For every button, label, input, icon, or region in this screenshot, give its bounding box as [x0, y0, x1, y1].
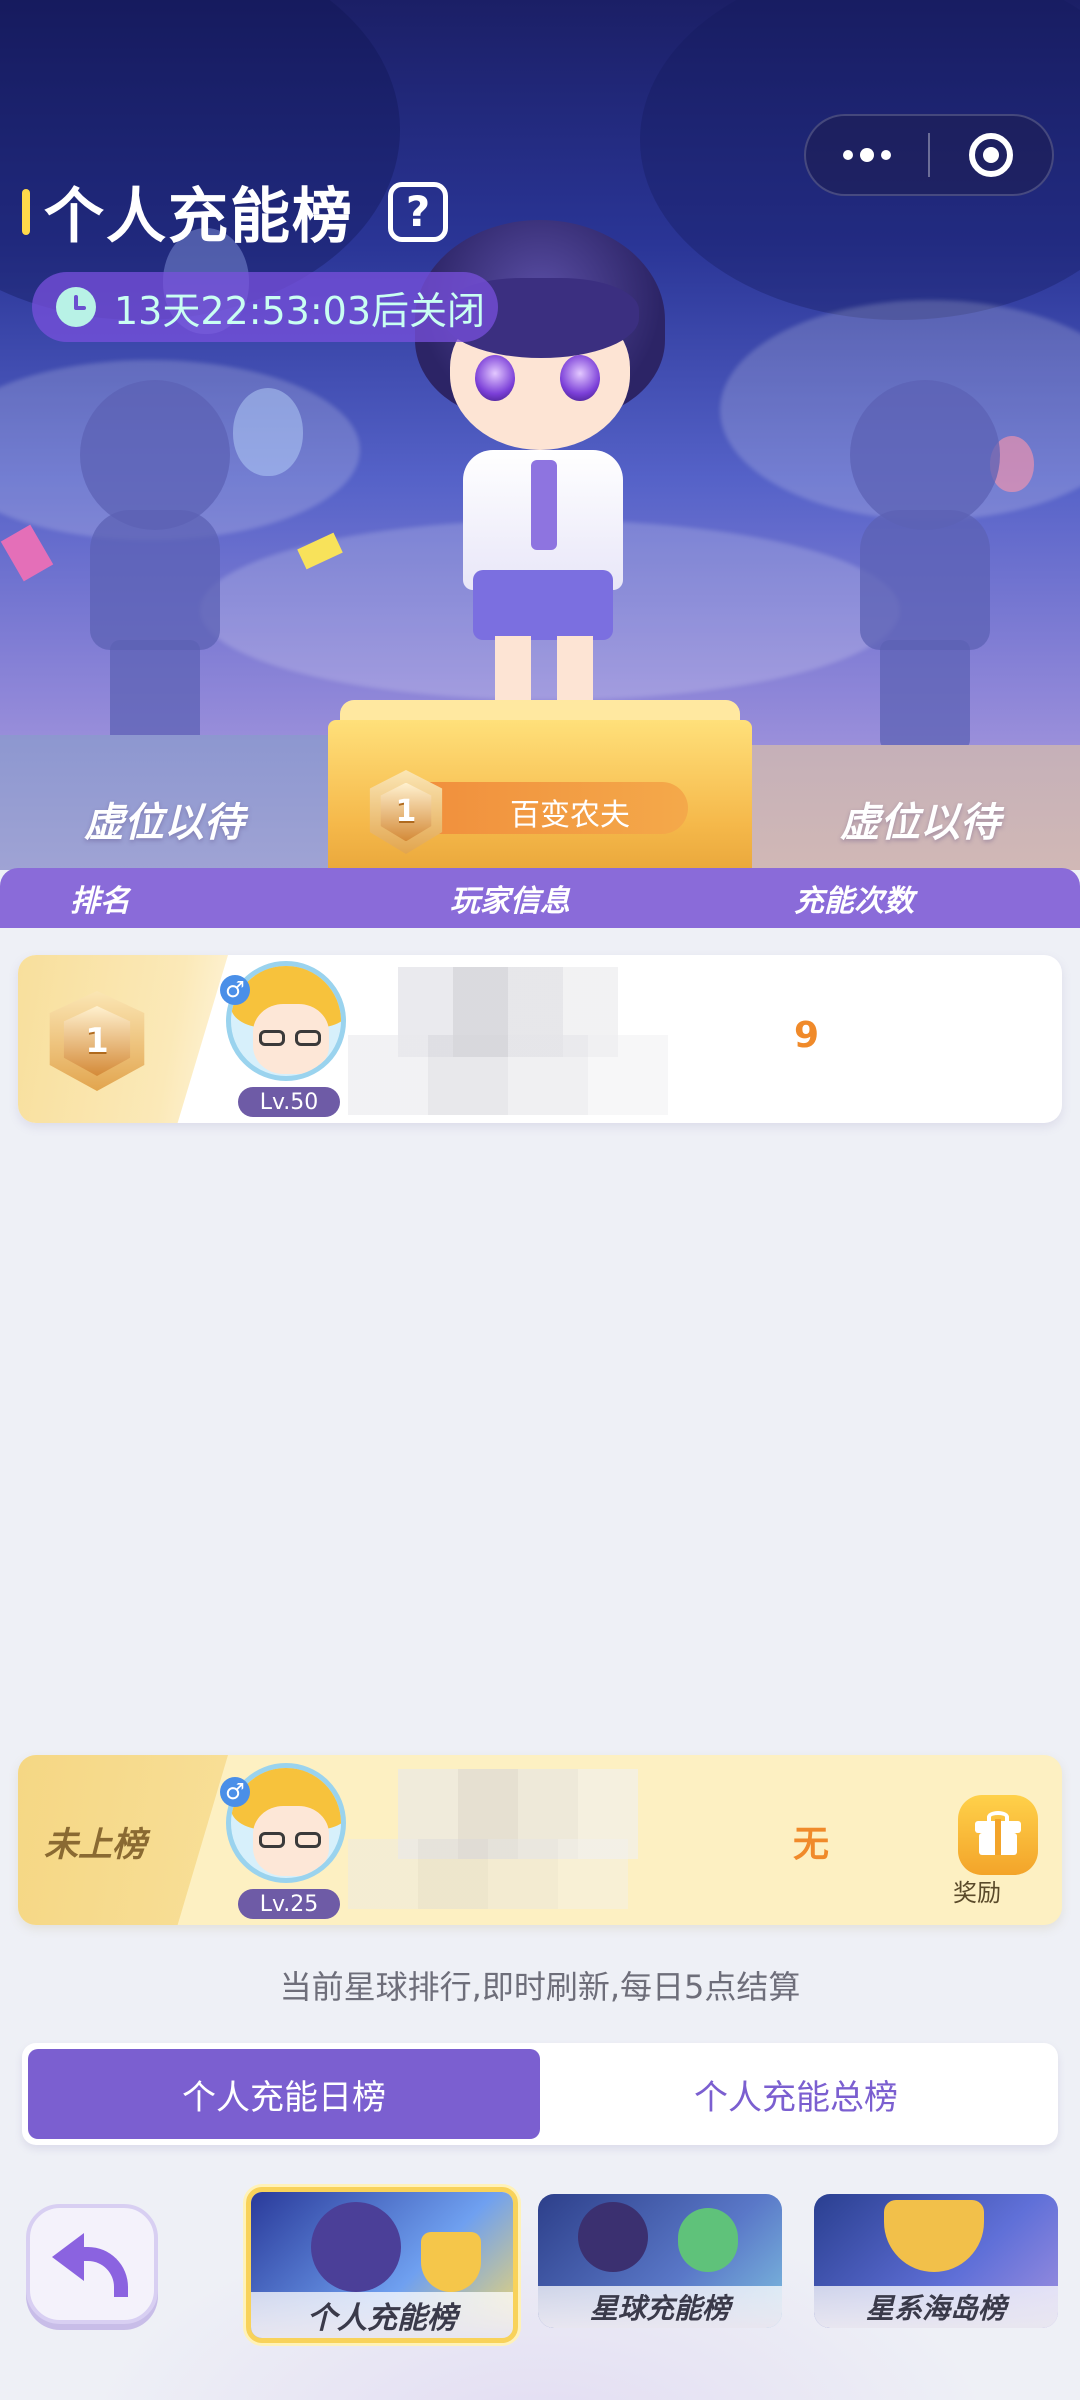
unranked-label: 未上榜: [44, 1825, 146, 1865]
tab-daily[interactable]: 个人充能日榜: [28, 2049, 540, 2139]
miniprogram-capsule: [804, 114, 1054, 196]
level-badge: Lv.25: [238, 1889, 340, 1919]
male-icon: ♂: [220, 1777, 250, 1807]
nav-label: 星系海岛榜: [865, 2292, 1006, 2325]
reward-label[interactable]: 奖励: [953, 1873, 1001, 1908]
help-icon[interactable]: ?: [388, 181, 448, 242]
countdown-badge: 13天22:53:03后关闭: [32, 272, 498, 342]
countdown-text: 13天22:53:03后关闭: [114, 288, 486, 333]
vacant-label-left: 虚位以待: [84, 800, 244, 846]
col-count-header: 充能次数: [794, 884, 914, 919]
my-charge-count: 无: [793, 1824, 830, 1865]
nav-galaxy-island-ranking[interactable]: 星系海岛榜: [814, 2194, 1058, 2328]
back-button[interactable]: [26, 2204, 158, 2324]
rank-1-medal-icon: 1: [42, 991, 152, 1091]
nav-art-creature: [678, 2208, 738, 2272]
nav-label: 星球充能榜: [589, 2292, 730, 2325]
page-header: 个人充能榜 ?: [22, 168, 448, 255]
nav-art-character: [311, 2202, 401, 2292]
refresh-note: 当前星球排行,即时刷新,每日5点结算: [279, 1968, 801, 2006]
reward-button[interactable]: [958, 1795, 1038, 1875]
my-rank-card: 未上榜 ♂ Lv.25 无: [18, 1755, 1062, 1925]
vacant-label-right: 虚位以待: [840, 800, 1000, 846]
nav-planet-ranking[interactable]: 星球充能榜: [538, 2194, 782, 2328]
nav-art-character: [578, 2202, 648, 2272]
charge-count: 9: [794, 1015, 820, 1056]
level-badge: Lv.50: [238, 1087, 340, 1117]
clock-icon: [56, 287, 96, 327]
table-header: 排名 玩家信息 充能次数: [0, 868, 1080, 928]
vacant-silhouette-right: [810, 380, 1040, 760]
nav-personal-ranking[interactable]: 个人充能榜: [246, 2187, 518, 2343]
col-player-header: 玩家信息: [450, 884, 570, 919]
ranking-tabs: 个人充能日榜 个人充能总榜: [22, 2043, 1058, 2145]
nav-label: 个人充能榜: [307, 2301, 457, 2336]
table-row[interactable]: 1 ♂ Lv.50 9: [18, 955, 1062, 1123]
rank-1-medal-icon: 1: [364, 770, 448, 854]
page-title: 个人充能榜: [44, 182, 354, 252]
male-icon: ♂: [220, 975, 250, 1005]
gift-icon: [975, 1811, 1021, 1855]
vacant-silhouette-left: [40, 380, 270, 760]
trophy-icon: [421, 2232, 481, 2292]
player-info-redacted: [348, 1839, 628, 1909]
title-accent-bar: [22, 188, 30, 235]
close-miniprogram-icon[interactable]: [930, 116, 1052, 194]
winner-name: 百变农夫: [510, 798, 630, 833]
player-info-redacted: [348, 1035, 668, 1115]
col-rank-header: 排名: [70, 884, 130, 919]
more-menu-icon[interactable]: [806, 116, 928, 194]
back-arrow-icon: [52, 2229, 132, 2299]
tab-total[interactable]: 个人充能总榜: [540, 2049, 1052, 2139]
